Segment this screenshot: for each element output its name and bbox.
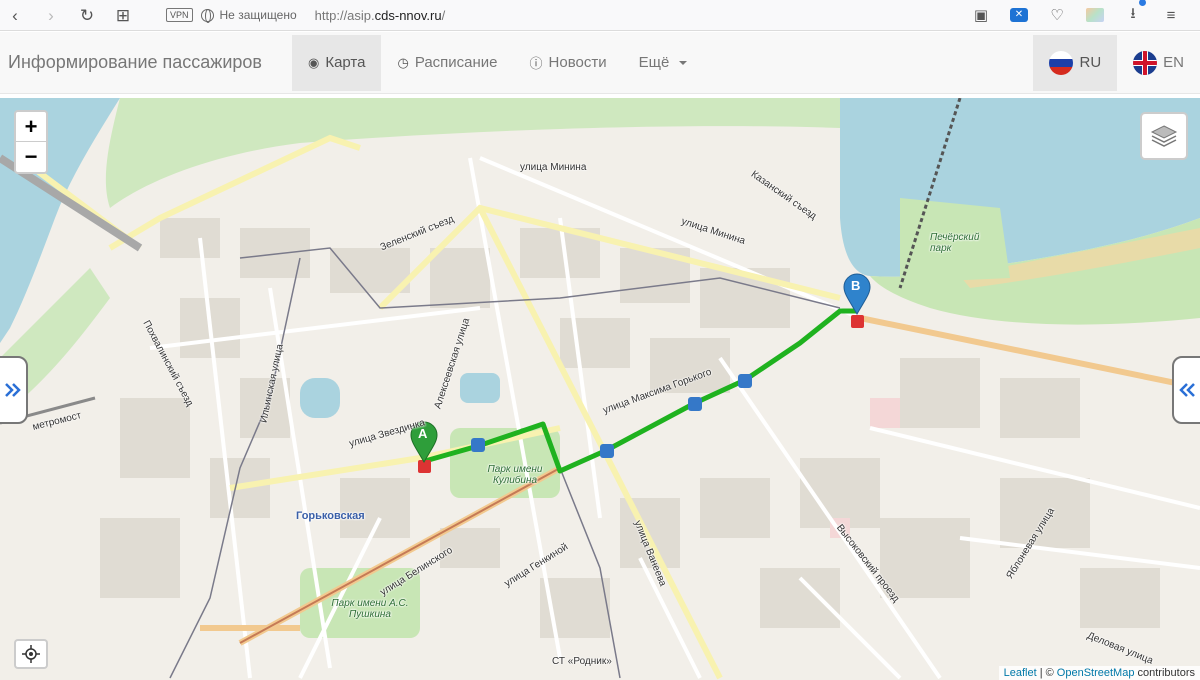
locate-button[interactable]: [14, 639, 48, 669]
double-chevron-right-icon: [5, 383, 21, 397]
nav-schedule[interactable]: ◷ Расписание: [381, 35, 513, 91]
nav-more-dropdown[interactable]: Ещё: [623, 35, 704, 91]
bus-stop-icon: [738, 374, 752, 388]
map-marker-icon: ◉: [308, 54, 320, 70]
map-view[interactable]: A B улица Минина улица Минина Казанский …: [0, 98, 1200, 680]
caret-down-icon: [679, 60, 688, 65]
lang-ru[interactable]: RU: [1033, 34, 1118, 91]
ru-flag-icon: [1049, 50, 1074, 75]
zoom-in-button[interactable]: +: [16, 112, 46, 142]
pond-2: [300, 378, 340, 418]
back-icon[interactable]: ‹: [6, 0, 24, 31]
double-chevron-left-icon: [1179, 383, 1195, 397]
zoom-control: + −: [14, 110, 48, 174]
bus-stop-icon: [600, 444, 614, 458]
attribution-separator: | ©: [1039, 667, 1054, 679]
right-panel-toggle[interactable]: [1172, 356, 1200, 424]
pond: [460, 373, 500, 403]
label-rodnik: СТ «Родник»: [552, 656, 612, 667]
attribution-contributors: contributors: [1137, 667, 1195, 679]
vpn-badge[interactable]: VPN: [166, 8, 193, 22]
grid-icon[interactable]: ⊞: [114, 0, 132, 31]
osm-link[interactable]: OpenStreetMap: [1057, 667, 1135, 679]
crosshair-icon: [22, 645, 40, 663]
globe-icon: [200, 8, 214, 23]
brand-title[interactable]: Информирование пассажиров: [0, 52, 292, 73]
lang-ru-label: RU: [1079, 54, 1102, 71]
camera-icon[interactable]: ▣: [972, 6, 990, 24]
layers-button[interactable]: [1140, 112, 1188, 160]
label-gorkovskaya: Горьковская: [296, 510, 365, 522]
nav-schedule-label: Расписание: [414, 54, 498, 71]
menu-icon[interactable]: ≡: [1162, 7, 1180, 24]
forward-icon[interactable]: ›: [42, 0, 60, 31]
leaflet-link[interactable]: Leaflet: [1004, 667, 1037, 679]
url-domain: cds-nnov.ru: [374, 7, 442, 23]
url-suffix: /: [441, 7, 446, 23]
nav-map[interactable]: ◉ Карта: [292, 34, 382, 91]
browser-toolbar: ‹ › ↻ ⊞ VPN Не защищено http://asip.cds-…: [0, 0, 1200, 31]
nav-map-label: Карта: [325, 54, 366, 71]
bus-stop-icon: [688, 397, 702, 411]
nav-more-label: Ещё: [638, 54, 670, 71]
label-minina-1: улица Минина: [520, 162, 587, 173]
reload-icon[interactable]: ↻: [78, 0, 96, 31]
url-prefix: http://asip.: [314, 7, 375, 23]
bus-stop-icon: [471, 438, 485, 452]
lang-en-label: EN: [1163, 54, 1184, 71]
label-pechersky: Печёрский парк: [930, 232, 980, 254]
nav-news-label: Новости: [548, 54, 607, 71]
map-attribution: Leaflet | © OpenStreetMap contributors: [998, 666, 1200, 680]
address-bar[interactable]: http://asip.cds-nnov.ru/: [315, 8, 446, 23]
cube-extension-icon[interactable]: [1086, 8, 1104, 22]
lang-en[interactable]: EN: [1117, 35, 1200, 91]
app-navbar: Информирование пассажиров ◉ Карта ◷ Расп…: [0, 32, 1200, 94]
tram-stop-icon: [851, 315, 864, 328]
zoom-out-button[interactable]: −: [16, 142, 46, 172]
extension-icon[interactable]: ✕: [1010, 8, 1028, 22]
left-panel-toggle[interactable]: [0, 356, 28, 424]
layers-icon: [1150, 125, 1178, 147]
label-pushkin-park: Парк имени А.С. Пушкина: [331, 598, 409, 620]
clock-icon: ◷: [397, 54, 409, 70]
label-kulibin-park: Парк имени Кулибина: [487, 464, 543, 486]
download-icon[interactable]: ⭳: [1124, 0, 1146, 28]
uk-flag-icon: [1133, 50, 1158, 75]
security-status[interactable]: Не защищено: [220, 8, 297, 22]
info-icon: ⓘ: [529, 56, 543, 71]
heart-icon[interactable]: ♡: [1048, 6, 1066, 24]
nav-news[interactable]: ⓘ Новости: [514, 35, 623, 91]
marker-b-label: B: [851, 278, 861, 293]
